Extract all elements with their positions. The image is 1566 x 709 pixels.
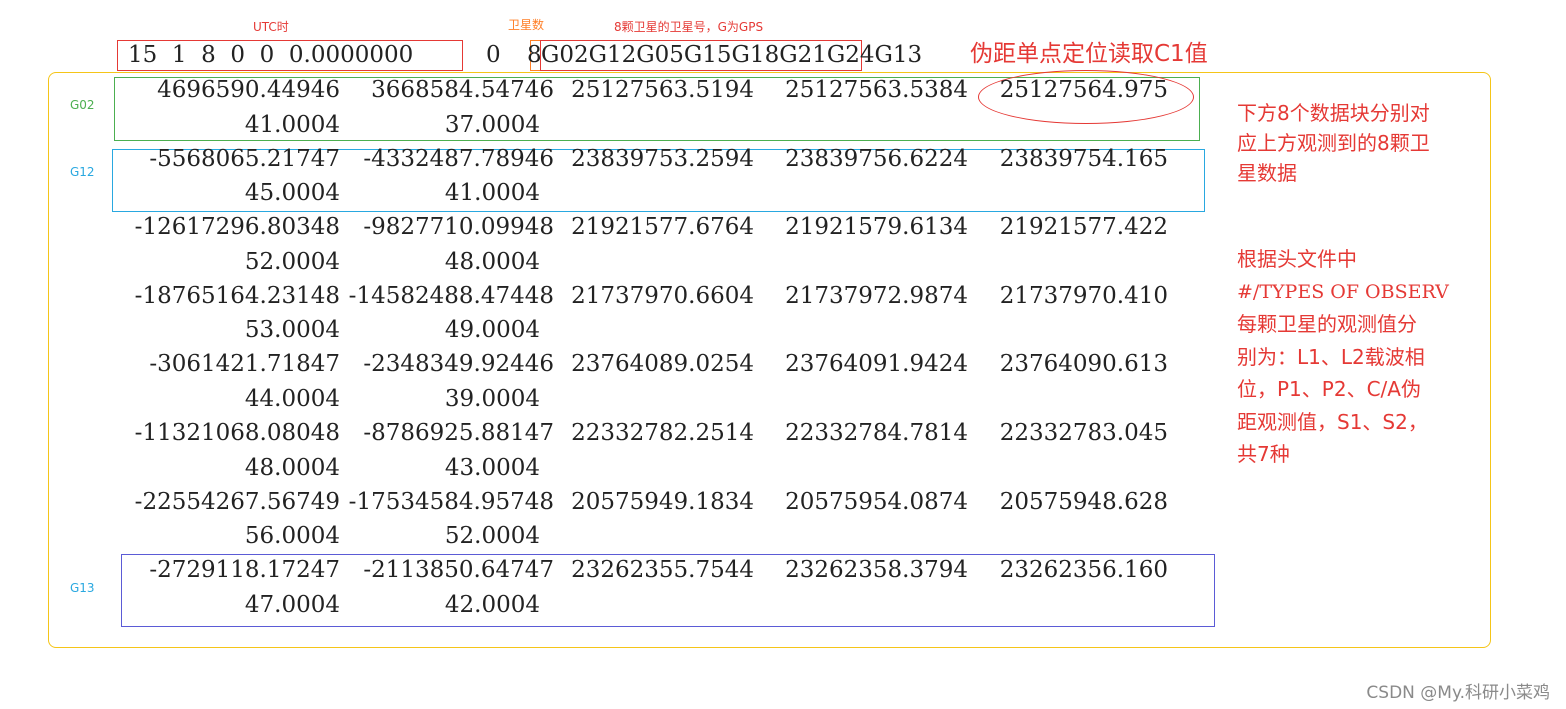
- signal-strength-s2: 37.0004: [444, 111, 540, 138]
- obs-value-c2: -17534584.95748: [348, 488, 554, 515]
- obs-value-c3: 25127563.5194: [571, 77, 754, 103]
- signal-strength-s1: 47.0004: [244, 591, 340, 618]
- obs-value-c2: -14582488.47448: [348, 282, 554, 309]
- signal-strength-s1: 48.0004: [244, 454, 340, 481]
- signal-strength-s1: 56.0004: [244, 523, 340, 550]
- obs-value-c5: 23262356.160: [999, 557, 1168, 584]
- types-note-line: #/TYPES OF OBSERV: [1237, 280, 1449, 303]
- types-note-line: 共7种: [1237, 442, 1290, 466]
- obs-value-c4: 22332784.7814: [785, 420, 968, 446]
- signal-strength-s1: 45.0004: [244, 180, 340, 207]
- header-flag: 0: [486, 42, 501, 68]
- obs-value-c4: 21737972.9874: [785, 282, 968, 309]
- signal-strength-s2: 42.0004: [444, 591, 540, 618]
- obs-value-c4: 23764091.9424: [785, 351, 968, 378]
- obs-value-c5: 23839754.165: [999, 145, 1168, 172]
- obs-value-c5: 25127564.975: [999, 77, 1168, 103]
- obs-value-c3: 23764089.0254: [571, 351, 754, 378]
- obs-value-c5: 23764090.613: [999, 351, 1168, 378]
- blocks-note-line: 下方8个数据块分别对: [1237, 101, 1430, 125]
- blocks-note-line: 应上方观测到的8颗卫: [1237, 131, 1430, 155]
- g13-tag: G13: [70, 581, 95, 595]
- signal-strength-s1: 53.0004: [244, 317, 340, 344]
- blocks-note-line: 星数据: [1237, 161, 1297, 185]
- g12-tag: G12: [70, 165, 95, 179]
- obs-value-c4: 21921579.6134: [785, 214, 968, 241]
- obs-value-c2: -4332487.78946: [363, 145, 554, 172]
- obs-value-c5: 21921577.422: [999, 214, 1168, 241]
- obs-value-c3: 21737970.6604: [571, 282, 754, 309]
- signal-strength-s1: 52.0004: [244, 248, 340, 275]
- types-note-line: 每颗卫星的观测值分: [1237, 312, 1417, 336]
- watermark: CSDN @My.科研小菜鸡: [1366, 683, 1550, 703]
- obs-value-c1: -11321068.08048: [134, 420, 340, 446]
- obs-value-c1: -3061421.71847: [149, 351, 340, 378]
- signal-strength-s2: 52.0004: [444, 523, 540, 550]
- sat-count-label: 卫星数: [508, 18, 545, 32]
- signal-strength-s1: 41.0004: [244, 111, 340, 138]
- obs-value-c5: 20575948.628: [999, 488, 1168, 515]
- signal-strength-s2: 48.0004: [444, 248, 540, 275]
- signal-strength-s2: 39.0004: [444, 385, 540, 412]
- obs-value-c1: -18765164.23148: [134, 282, 340, 309]
- obs-value-c3: 22332782.2514: [571, 420, 754, 446]
- types-note-line: 根据头文件中: [1237, 247, 1357, 271]
- obs-value-c1: -5568065.21747: [149, 145, 340, 172]
- signal-strength-s1: 44.0004: [244, 385, 340, 412]
- types-note: 根据头文件中 #/TYPES OF OBSERV 每颗卫星的观测值分 别为：L1…: [1237, 243, 1449, 471]
- obs-value-c3: 21921577.6764: [571, 214, 754, 241]
- obs-value-c3: 23262355.7544: [571, 557, 754, 584]
- obs-value-c2: -2348349.92446: [363, 351, 554, 378]
- obs-value-c1: 4696590.44946: [157, 77, 340, 103]
- utc-label: UTC时: [253, 20, 289, 34]
- types-note-line: 距观测值，S1、S2，: [1237, 409, 1428, 434]
- obs-value-c4: 23839756.6224: [785, 145, 968, 172]
- header-time: 15 1 8 0 0 0.0000000: [128, 42, 414, 68]
- types-note-line: 位，P1、P2、C/A伪: [1237, 377, 1421, 401]
- obs-value-c3: 23839753.2594: [571, 145, 754, 172]
- c1-note: 伪距单点定位读取C1值: [970, 41, 1208, 67]
- obs-value-c4: 20575954.0874: [785, 488, 968, 515]
- signal-strength-s2: 43.0004: [444, 454, 540, 481]
- header-sat-ids: G02G12G05G15G18G21G24G13: [541, 42, 923, 68]
- obs-value-c1: -12617296.80348: [134, 214, 340, 241]
- obs-value-c2: -8786925.88147: [363, 420, 554, 446]
- signal-strength-s2: 41.0004: [444, 180, 540, 207]
- obs-value-c4: 25127563.5384: [785, 77, 968, 103]
- obs-value-c1: -2729118.17247: [149, 557, 340, 584]
- signal-strength-s2: 49.0004: [444, 317, 540, 344]
- obs-value-c5: 21737970.410: [999, 282, 1168, 309]
- obs-value-c2: 3668584.54746: [371, 77, 554, 103]
- obs-value-c1: -22554267.56749: [134, 488, 340, 515]
- obs-value-c3: 20575949.1834: [571, 488, 754, 515]
- obs-value-c5: 22332783.045: [999, 420, 1168, 446]
- blocks-note: 下方8个数据块分别对 应上方观测到的8颗卫 星数据: [1237, 98, 1430, 188]
- sat-ids-label: 8颗卫星的卫星号，G为GPS: [614, 20, 764, 34]
- types-note-line: 别为：L1、L2载波相: [1237, 344, 1425, 369]
- obs-value-c4: 23262358.3794: [785, 557, 968, 584]
- obs-value-c2: -2113850.64747: [363, 557, 554, 584]
- obs-value-c2: -9827710.09948: [363, 214, 554, 241]
- g02-tag: G02: [70, 98, 95, 112]
